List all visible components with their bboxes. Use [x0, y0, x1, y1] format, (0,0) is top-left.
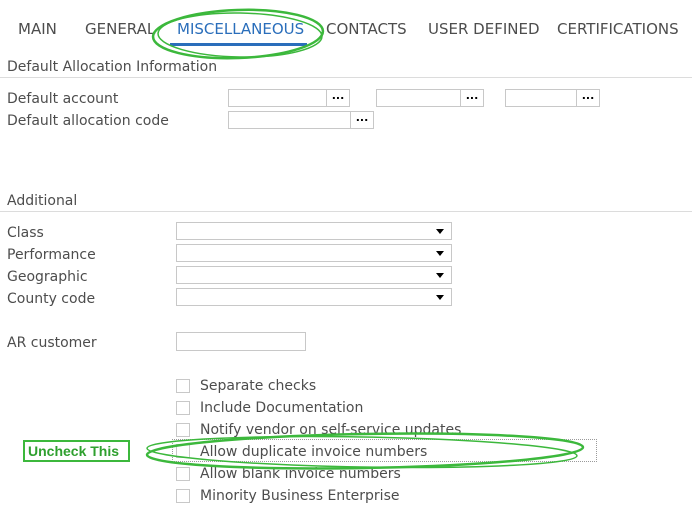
chevron-down-icon — [436, 273, 444, 278]
tab-user-defined[interactable]: USER DEFINED — [428, 20, 540, 38]
separate-checks-label[interactable]: Separate checks — [200, 378, 316, 394]
section-divider — [0, 211, 692, 212]
default-account-segment-1[interactable]: ... — [228, 89, 350, 107]
active-tab-indicator — [170, 43, 307, 46]
lookup-button[interactable]: ... — [460, 90, 483, 106]
minority-business-checkbox[interactable] — [176, 489, 190, 503]
notify-vendor-label[interactable]: Notify vendor on self-service updates — [200, 422, 461, 438]
ar-customer-label: AR customer — [7, 335, 97, 351]
separate-checks-checkbox[interactable] — [176, 379, 190, 393]
allow-blank-invoice-checkbox[interactable] — [176, 467, 190, 481]
geographic-label: Geographic — [7, 269, 88, 285]
allow-duplicate-invoice-checkbox[interactable] — [176, 444, 190, 458]
class-label: Class — [7, 225, 44, 241]
lookup-button[interactable]: ... — [326, 90, 349, 106]
tab-contacts[interactable]: CONTACTS — [326, 20, 407, 38]
county-code-label: County code — [7, 291, 96, 307]
default-account-segment-2[interactable]: ... — [376, 89, 484, 107]
class-select[interactable] — [176, 222, 452, 240]
county-code-select[interactable] — [176, 288, 452, 306]
tab-main[interactable]: MAIN — [18, 20, 57, 38]
default-account-label: Default account — [7, 91, 119, 107]
minority-business-label[interactable]: Minority Business Enterprise — [200, 488, 399, 504]
tab-general[interactable]: GENERAL — [85, 20, 155, 38]
default-account-segment-3[interactable]: ... — [505, 89, 600, 107]
section-divider — [0, 77, 692, 78]
additional-section-title: Additional — [7, 193, 78, 209]
performance-label: Performance — [7, 247, 96, 263]
include-documentation-label[interactable]: Include Documentation — [200, 400, 363, 416]
geographic-select[interactable] — [176, 266, 452, 284]
tab-certifications[interactable]: CERTIFICATIONS — [557, 20, 679, 38]
include-documentation-checkbox[interactable] — [176, 401, 190, 415]
default-allocation-code-field[interactable]: ... — [228, 111, 374, 129]
chevron-down-icon — [436, 251, 444, 256]
lookup-button[interactable]: ... — [576, 90, 599, 106]
allow-duplicate-invoice-label[interactable]: Allow duplicate invoice numbers — [200, 444, 427, 460]
default-allocation-code-label: Default allocation code — [7, 113, 169, 129]
ar-customer-input[interactable] — [176, 332, 306, 351]
chevron-down-icon — [436, 229, 444, 234]
notify-vendor-checkbox[interactable] — [176, 423, 190, 437]
chevron-down-icon — [436, 295, 444, 300]
default-allocation-section-title: Default Allocation Information — [7, 59, 218, 75]
performance-select[interactable] — [176, 244, 452, 262]
allow-blank-invoice-label[interactable]: Allow blank invoice numbers — [200, 466, 401, 482]
tab-miscellaneous[interactable]: MISCELLANEOUS — [177, 20, 304, 38]
uncheck-this-callout: Uncheck This — [23, 440, 130, 462]
lookup-button[interactable]: ... — [350, 112, 373, 128]
